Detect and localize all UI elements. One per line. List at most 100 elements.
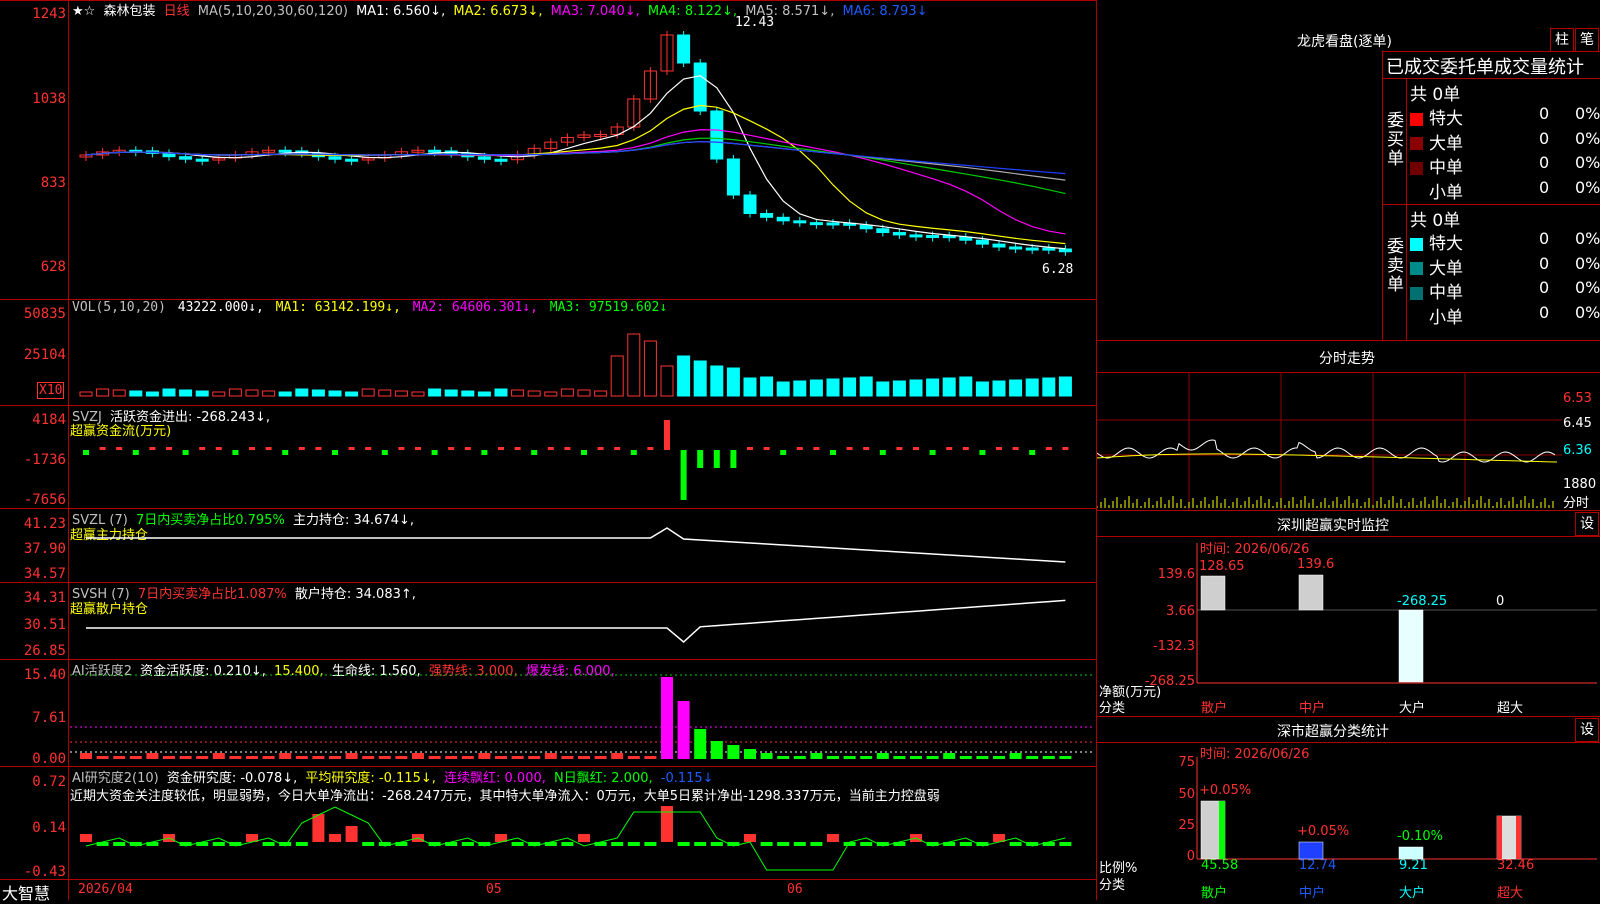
volume-bar	[610, 355, 624, 397]
svzj-bar	[381, 450, 388, 455]
svzj-bar	[249, 447, 255, 450]
ai2-bar	[212, 842, 225, 846]
volume-bar	[594, 390, 608, 397]
ai2-bar	[744, 834, 756, 842]
volume-bar	[477, 391, 491, 397]
ai1-bar	[744, 749, 756, 759]
ai1-bar	[362, 756, 375, 759]
svzj-bar	[946, 447, 953, 450]
ai1-bar	[495, 756, 507, 759]
ai2-bar	[1059, 842, 1072, 846]
ai2-bar	[694, 842, 707, 846]
ai1-bar	[345, 753, 358, 759]
volume-bar	[1025, 378, 1039, 397]
ai1-bar	[295, 756, 308, 759]
volume-bar	[195, 390, 209, 397]
volume-bar	[245, 389, 259, 397]
ai1-bar	[1042, 756, 1055, 759]
svzj-bar	[265, 447, 272, 450]
main-chart-area[interactable]: 1243 1038 833 628 50835 25104 X10 4184 -…	[0, 0, 1097, 903]
candle-body	[693, 62, 707, 112]
candle-body	[677, 34, 691, 64]
candle-body	[1025, 247, 1039, 251]
candlestick-chart[interactable]	[0, 0, 1097, 900]
sz-bar-1	[1200, 575, 1226, 611]
svzj-bar	[1012, 447, 1019, 450]
volume-bar	[560, 388, 574, 397]
svzj-bar	[713, 450, 720, 468]
candle-body	[975, 239, 989, 245]
svsh-line	[86, 599, 1066, 643]
svzl-line	[86, 527, 1066, 563]
svzj-bar	[697, 450, 704, 468]
candle-body	[826, 222, 840, 226]
ai1-bar	[843, 756, 856, 759]
svzj-bar	[929, 450, 936, 455]
volume-bar	[959, 376, 973, 397]
candle-body	[992, 243, 1006, 248]
volume-bar	[693, 360, 707, 397]
volume-bar	[262, 390, 276, 397]
svzj-bar	[896, 447, 903, 450]
svzj-bar	[481, 450, 488, 455]
svzj-bar	[215, 447, 222, 450]
ai2-bar	[611, 842, 624, 846]
candle-body	[477, 156, 491, 160]
ai1-bar	[661, 677, 673, 759]
ai2-bar	[959, 842, 972, 846]
volume-bar	[627, 333, 641, 397]
svzj-bar	[298, 447, 305, 450]
candle-body	[179, 156, 193, 160]
volume-bar	[494, 388, 508, 397]
ai1-bar	[96, 756, 109, 759]
volume-bar	[1058, 376, 1072, 397]
ai1-bar	[993, 756, 1005, 759]
svzj-bar	[182, 450, 189, 455]
volume-bar	[345, 391, 359, 397]
candle-body	[710, 110, 724, 160]
svzj-bar	[1045, 447, 1052, 450]
svzj-bar	[879, 450, 886, 455]
svzj-bar	[448, 447, 455, 450]
ai1-bar	[146, 753, 159, 759]
ai2-bar	[80, 834, 92, 842]
right-panel-charts	[1097, 372, 1597, 860]
ai1-bar	[412, 753, 424, 759]
ai1-bar	[528, 756, 541, 759]
svzj-bar	[1029, 450, 1036, 455]
svzj-bar	[597, 447, 604, 450]
ai2-bar	[827, 834, 839, 842]
volume-bar	[311, 389, 325, 397]
ai1-bar	[943, 753, 956, 759]
volume-bar	[361, 388, 375, 397]
volume-bar	[1009, 379, 1023, 397]
ai1-bar	[959, 756, 972, 759]
sc-bar-4-accent	[1516, 816, 1521, 859]
svzj-bar	[365, 447, 372, 450]
ai1-bar	[445, 756, 458, 759]
volume-bar	[726, 367, 740, 397]
svzj-bar	[564, 447, 571, 450]
ai1-bar	[511, 756, 524, 759]
ai1-bar	[428, 756, 441, 759]
svzj-bar	[763, 447, 770, 450]
volume-bar	[909, 379, 923, 397]
volume-bar	[212, 391, 226, 397]
ai1-bar	[1059, 756, 1072, 759]
ai2-bar	[578, 834, 590, 842]
svzj-bar	[199, 447, 206, 450]
ai2-bar	[329, 834, 341, 842]
svzj-bar	[913, 447, 919, 450]
volume-bar	[544, 391, 558, 397]
candle-body	[345, 158, 359, 162]
candle-body	[909, 234, 923, 238]
volume-bar	[511, 389, 525, 397]
ai1-bar	[876, 753, 889, 759]
svzj-bar	[166, 447, 172, 450]
ai1-bar	[212, 753, 225, 759]
svzj-bar	[431, 450, 438, 455]
volume-bar	[643, 340, 657, 397]
ai1-bar	[163, 756, 175, 759]
ai1-bar	[544, 753, 557, 759]
ai1-bar	[976, 756, 989, 759]
